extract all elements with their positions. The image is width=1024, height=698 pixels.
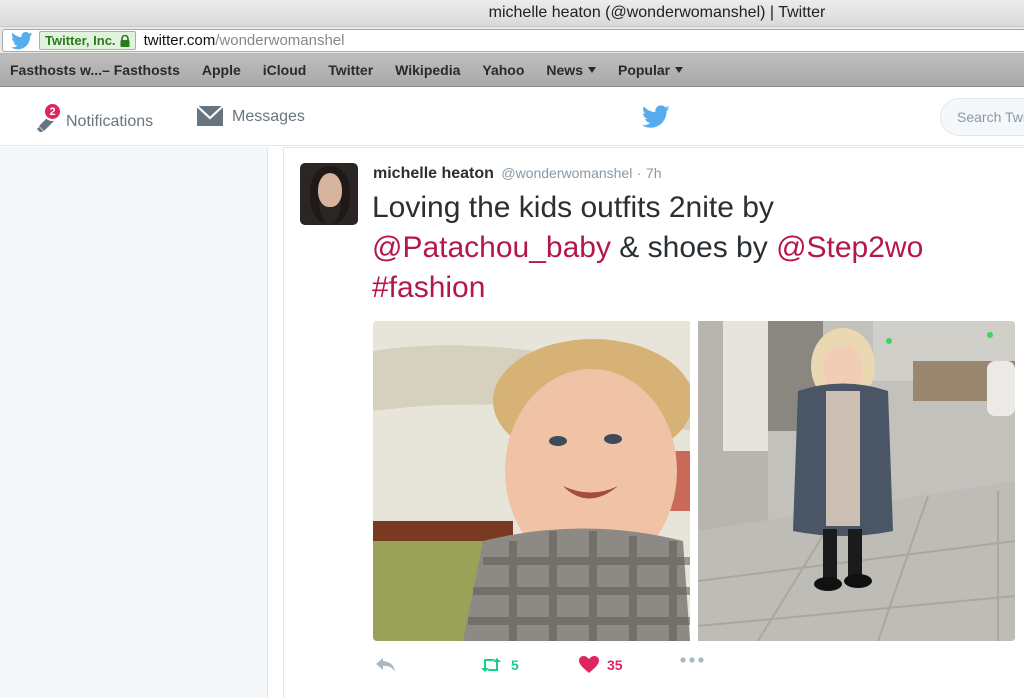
photo-art: [698, 321, 1015, 641]
photo-art: [373, 321, 690, 641]
caret-down-icon: [675, 67, 684, 73]
reply-icon: [376, 658, 395, 672]
bookmark-label: Popular: [617, 62, 671, 78]
bookmark-news-menu[interactable]: News: [546, 62, 596, 78]
bookmark-wikipedia[interactable]: Wikipedia: [395, 62, 460, 78]
bookmark-popular-menu[interactable]: Popular: [617, 62, 684, 78]
like-count: 35: [607, 657, 623, 673]
bookmark-label: Yahoo: [482, 62, 525, 78]
bookmarks-bar: Fasthosts w...– Fasthosts Apple iCloud T…: [0, 54, 1024, 87]
notifications-count-badge: 2: [43, 102, 62, 121]
tweet-text-part: & shoes by: [610, 231, 777, 264]
bookmark-label: Fasthosts w...– Fasthosts: [10, 62, 180, 78]
mail-icon: [196, 105, 224, 126]
twitter-bird-icon[interactable]: [642, 105, 670, 129]
nav-messages[interactable]: Messages: [196, 104, 305, 128]
retweet-button[interactable]: 5: [479, 656, 519, 674]
avatar[interactable]: [300, 163, 358, 225]
twitter-top-nav: 2 Notifications Messages Search Twitter: [0, 88, 1024, 146]
heart-icon: [579, 656, 599, 673]
notifications-icon-group: 2: [36, 102, 64, 132]
tweet-photo-toddler-girl[interactable]: [698, 321, 1015, 641]
retweet-count: 5: [511, 657, 519, 673]
tweet-photo-toddler-boy[interactable]: [373, 321, 690, 641]
tweet-actions: 5 35: [373, 650, 773, 682]
bookmark-fasthosts[interactable]: Fasthosts w...– Fasthosts: [10, 62, 180, 78]
lock-icon: [120, 34, 130, 47]
like-button[interactable]: 35: [579, 656, 623, 674]
notifications-label: Notifications: [66, 113, 154, 130]
messages-label: Messages: [232, 108, 305, 125]
bookmark-yahoo[interactable]: Yahoo: [482, 62, 524, 78]
tweet-timestamp[interactable]: 7h: [646, 165, 662, 181]
bookmark-label: iCloud: [262, 62, 307, 78]
certificate-badge[interactable]: Twitter, Inc.: [39, 31, 136, 50]
search-input[interactable]: Search Twitter: [940, 98, 1024, 136]
mention-link[interactable]: @Step2wo: [776, 231, 923, 264]
address-bar: Twitter, Inc. twitter.com/wonderwomanshe…: [0, 26, 1024, 54]
tweet-author-name[interactable]: michelle heaton: [373, 165, 494, 182]
hashtag-link[interactable]: #fashion: [372, 271, 485, 304]
tweet-author-handle[interactable]: @wonderwomanshel: [501, 165, 632, 181]
more-icon: [680, 657, 704, 663]
certificate-label: Twitter, Inc.: [45, 33, 116, 48]
tweet-text-part: Loving the kids outfits 2nite by: [372, 191, 774, 224]
caret-down-icon: [587, 67, 596, 73]
bookmark-label: News: [546, 62, 583, 78]
bookmark-label: Wikipedia: [395, 62, 461, 78]
twitter-bird-icon: [11, 31, 33, 49]
bookmark-apple[interactable]: Apple: [202, 62, 241, 78]
url-path: /wonderwomanshel: [215, 32, 345, 49]
mention-link[interactable]: @Patachou_baby: [372, 231, 611, 264]
reply-button[interactable]: [375, 656, 405, 674]
nav-notifications[interactable]: 2 Notifications: [36, 102, 153, 132]
more-options-button[interactable]: [679, 656, 713, 664]
avatar-face: [318, 173, 342, 207]
window-titlebar: michelle heaton (@wonderwomanshel) | Twi…: [0, 0, 1024, 26]
left-sidebar: [0, 147, 268, 698]
tweet-separator: ·: [636, 165, 642, 181]
bookmark-label: Twitter: [328, 62, 374, 78]
bookmark-label: Apple: [201, 62, 241, 78]
bookmark-twitter[interactable]: Twitter: [328, 62, 373, 78]
window-title: michelle heaton (@wonderwomanshel) | Twi…: [488, 4, 826, 21]
tweet-text: Loving the kids outfits 2nite by @Patach…: [372, 188, 1012, 308]
bookmark-icloud[interactable]: iCloud: [263, 62, 307, 78]
url-field[interactable]: Twitter, Inc. twitter.com/wonderwomanshe…: [2, 29, 1024, 52]
retweet-icon: [481, 658, 501, 672]
column-gutter: [268, 147, 282, 698]
url-host: twitter.com: [143, 32, 216, 49]
tweet-header: michelle heaton @wonderwomanshel · 7h: [373, 165, 661, 183]
